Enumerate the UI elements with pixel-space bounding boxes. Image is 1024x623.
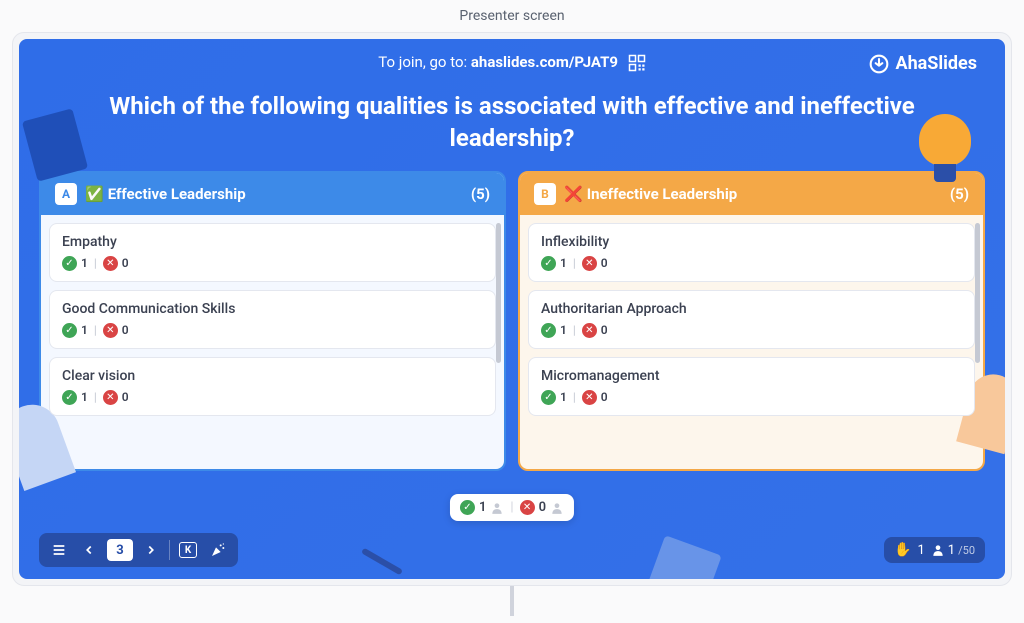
decoration-lightbulb [915, 114, 975, 189]
presenter-frame: To join, go to: ahaslides.com/PJAT9 AhaS… [12, 32, 1012, 586]
card-list-b: Inflexibility ✓ 1 | ✕ 0 Authoritarian Ap… [528, 223, 975, 416]
column-a-title: Effective Leadership [108, 185, 246, 203]
check-icon: ✓ [62, 390, 77, 405]
scrollbar-thumb[interactable] [975, 223, 980, 363]
x-icon: ✕ [582, 323, 597, 338]
person-icon [931, 543, 945, 557]
card-votes: ✓ 1 | ✕ 0 [62, 256, 483, 271]
confetti-button[interactable] [206, 538, 230, 562]
check-icon: ✓ [62, 256, 77, 271]
scrollbar-thumb[interactable] [496, 223, 501, 363]
x-icon: ✕ [520, 500, 535, 515]
card-votes: ✓ 1 | ✕ 0 [541, 390, 962, 405]
brand-icon [869, 54, 889, 74]
card-votes: ✓ 1 | ✕ 0 [541, 256, 962, 271]
pill-ok: ✓ 1 [460, 500, 504, 515]
x-icon: ✕ [103, 323, 118, 338]
chevron-left-icon [82, 543, 96, 557]
column-b-header: B ❌ Ineffective Leadership (5) [520, 173, 983, 215]
question-title: Which of the following qualities is asso… [19, 86, 1005, 171]
card-title: Empathy [62, 234, 483, 250]
x-icon: ✕ [103, 390, 118, 405]
card-list-a: Empathy ✓ 1 | ✕ 0 Good Communication Ski… [49, 223, 496, 416]
column-a-header: A ✅ Effective Leadership (5) [41, 173, 504, 215]
check-icon: ✓ [541, 390, 556, 405]
check-icon: ✓ [541, 323, 556, 338]
column-a: A ✅ Effective Leadership (5) Empathy ✓ 1… [39, 171, 506, 471]
answer-card[interactable]: Micromanagement ✓ 1 | ✕ 0 [528, 357, 975, 416]
card-votes: ✓ 1 | ✕ 0 [541, 323, 962, 338]
keyboard-button[interactable]: K [176, 538, 200, 562]
card-title: Inflexibility [541, 234, 962, 250]
column-b-letter: B [534, 183, 556, 205]
card-title: Authoritarian Approach [541, 301, 962, 317]
check-icon: ✓ [541, 256, 556, 271]
x-icon: ✕ [103, 256, 118, 271]
status-group: ✋ 1 1/50 [884, 537, 985, 563]
column-b: B ❌ Ineffective Leadership (5) Inflexibi… [518, 171, 985, 471]
x-icon: ✕ [582, 256, 597, 271]
top-bar: To join, go to: ahaslides.com/PJAT9 AhaS… [19, 39, 1005, 86]
keyboard-icon: K [179, 542, 197, 558]
card-title: Clear vision [62, 368, 483, 384]
bottom-bar: 3 K ✋ 1 1/50 [39, 533, 985, 567]
answer-card[interactable]: Inflexibility ✓ 1 | ✕ 0 [528, 223, 975, 282]
menu-icon [51, 542, 67, 558]
screen-label: Presenter screen [0, 0, 1024, 32]
answer-card[interactable]: Empathy ✓ 1 | ✕ 0 [49, 223, 496, 282]
participant-count: 1/50 [931, 543, 975, 558]
person-icon [550, 501, 564, 515]
person-icon [490, 501, 504, 515]
x-icon: ✕ [582, 390, 597, 405]
card-votes: ✓ 1 | ✕ 0 [62, 390, 483, 405]
screen-stand [510, 586, 514, 616]
column-a-count: (5) [471, 185, 490, 203]
vote-summary-pill: ✓ 1 | ✕ 0 [450, 494, 574, 521]
brand-logo: AhaSlides [869, 53, 977, 74]
cross-emoji-icon: ❌ [564, 185, 583, 203]
prev-button[interactable] [77, 538, 101, 562]
column-a-letter: A [55, 183, 77, 205]
qr-code-icon[interactable] [628, 54, 646, 72]
nav-group: 3 K [39, 533, 238, 567]
column-a-body[interactable]: Empathy ✓ 1 | ✕ 0 Good Communication Ski… [41, 215, 504, 469]
pill-no: ✕ 0 [520, 500, 564, 515]
card-title: Micromanagement [541, 368, 962, 384]
answer-card[interactable]: Clear vision ✓ 1 | ✕ 0 [49, 357, 496, 416]
presentation-slide: To join, go to: ahaslides.com/PJAT9 AhaS… [19, 39, 1005, 579]
columns-container: A ✅ Effective Leadership (5) Empathy ✓ 1… [19, 171, 1005, 471]
column-b-title: Ineffective Leadership [587, 185, 738, 203]
answer-card[interactable]: Authoritarian Approach ✓ 1 | ✕ 0 [528, 290, 975, 349]
card-votes: ✓ 1 | ✕ 0 [62, 323, 483, 338]
next-button[interactable] [139, 538, 163, 562]
chevron-right-icon [144, 543, 158, 557]
confetti-icon [210, 542, 226, 558]
page-number[interactable]: 3 [107, 539, 133, 561]
hand-raise-icon: ✋ [894, 542, 911, 558]
join-text: To join, go to: ahaslides.com/PJAT9 [378, 53, 646, 72]
column-b-body[interactable]: Inflexibility ✓ 1 | ✕ 0 Authoritarian Ap… [520, 215, 983, 469]
card-title: Good Communication Skills [62, 301, 483, 317]
check-icon: ✓ [460, 500, 475, 515]
menu-button[interactable] [47, 538, 71, 562]
check-icon: ✓ [62, 323, 77, 338]
check-emoji-icon: ✅ [85, 185, 104, 203]
raised-count: 1 [917, 543, 924, 558]
answer-card[interactable]: Good Communication Skills ✓ 1 | ✕ 0 [49, 290, 496, 349]
